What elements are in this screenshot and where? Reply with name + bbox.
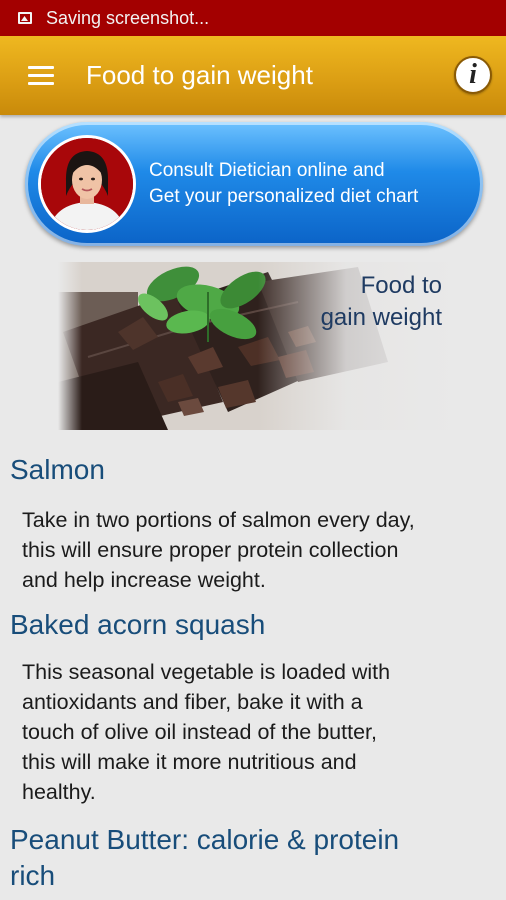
image-icon (18, 12, 32, 24)
text-line: this will make it more nutritious and (22, 750, 357, 774)
app-bar: Food to gain weight i (0, 36, 506, 115)
section-text-acorn-squash: This seasonal vegetable is loaded with a… (22, 657, 492, 807)
text-line: this will ensure proper protein collecti… (22, 538, 399, 562)
consult-banner-text: Consult Dietician online and Get your pe… (149, 158, 418, 210)
consult-line-1: Consult Dietician online and (149, 160, 385, 181)
info-icon[interactable]: i (454, 56, 492, 94)
consult-line-2: Get your personalized diet chart (149, 186, 419, 207)
menu-icon[interactable] (28, 66, 54, 85)
heading-line: Peanut Butter: calorie & protein (10, 824, 400, 855)
status-bar: Saving screenshot... (0, 0, 506, 36)
consult-dietician-banner[interactable]: Consult Dietician online and Get your pe… (25, 122, 483, 246)
text-line: This seasonal vegetable is loaded with (22, 660, 391, 684)
text-line: and help increase weight. (22, 568, 266, 592)
hero-title-line-2: gain weight (320, 304, 442, 331)
status-notification: Saving screenshot... (46, 7, 210, 28)
hero-image: Food to gain weight (58, 262, 458, 430)
page-title: Food to gain weight (86, 60, 313, 90)
section-text-salmon: Take in two portions of salmon every day… (22, 505, 492, 595)
heading-line: rich (10, 860, 56, 891)
dietician-avatar (38, 135, 136, 233)
hero-title-line-1: Food to (360, 272, 442, 299)
section-heading-salmon: Salmon (10, 454, 105, 485)
section-heading-peanut-butter: Peanut Butter: calorie & protein rich (10, 822, 399, 894)
text-line: Take in two portions of salmon every day… (22, 508, 415, 532)
text-line: healthy. (22, 780, 96, 804)
section-heading-acorn-squash: Baked acorn squash (10, 609, 266, 640)
hero-title: Food to gain weight (321, 270, 442, 334)
text-line: touch of olive oil instead of the butter… (22, 720, 377, 744)
text-line: antioxidants and fiber, bake it with a (22, 690, 363, 714)
